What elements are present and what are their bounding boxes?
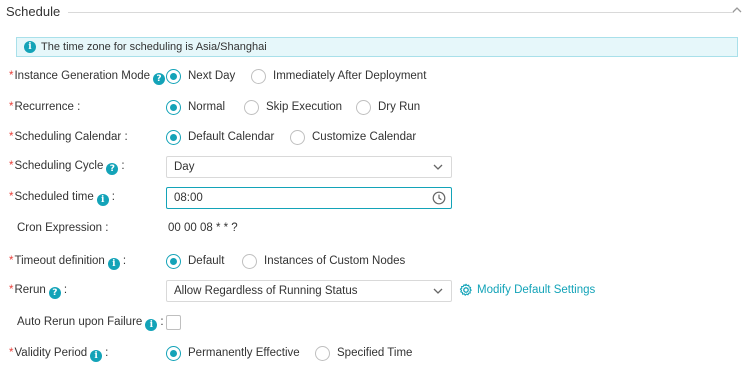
chevron-down-icon	[433, 288, 443, 294]
recurrence-row: *Recurrence : Normal Skip Execution Dry …	[9, 100, 421, 115]
radio-button[interactable]	[242, 254, 257, 269]
gear-icon	[459, 283, 472, 296]
required-marker: *	[9, 70, 14, 82]
section-title: Schedule	[6, 4, 61, 19]
instance-generation-label: *Instance Generation Mode?	[9, 70, 166, 85]
scheduled-time-label: *Scheduled time i:	[9, 191, 115, 206]
auto-rerun-checkbox[interactable]	[166, 315, 181, 330]
auto-rerun-label: Auto Rerun upon Failure i:	[17, 316, 164, 331]
scheduling-cycle-row: *Scheduling Cycle?: Day	[0, 156, 754, 178]
timeout-definition-label: *Timeout definition i:	[9, 255, 127, 270]
required-marker: *	[9, 160, 14, 172]
required-marker: *	[9, 347, 14, 359]
timezone-notice: i The time zone for scheduling is Asia/S…	[16, 37, 738, 57]
required-marker: *	[9, 191, 14, 203]
radio-button[interactable]	[315, 346, 330, 361]
scheduling-calendar-label: *Scheduling Calendar :	[9, 131, 128, 143]
section-header: Schedule	[0, 0, 754, 24]
required-marker: *	[9, 284, 14, 296]
clock-icon[interactable]	[432, 191, 446, 205]
chevron-down-icon	[433, 164, 443, 170]
auto-rerun-row: Auto Rerun upon Failure i:	[0, 312, 754, 334]
section-divider	[68, 12, 734, 13]
radio-button[interactable]	[166, 69, 181, 84]
instance-generation-row: *Instance Generation Mode? Next Day Imme…	[9, 69, 427, 85]
notice-text: The time zone for scheduling is Asia/Sha…	[41, 41, 267, 53]
chevron-up-icon[interactable]	[732, 5, 742, 15]
validity-period-label: *Validity Period i:	[9, 347, 109, 362]
radio-button[interactable]	[356, 100, 371, 115]
radio-button[interactable]	[251, 69, 266, 84]
rerun-row: *Rerun?: Allow Regardless of Running Sta…	[0, 280, 754, 302]
info-icon[interactable]: i	[96, 194, 109, 206]
info-icon[interactable]: i	[145, 319, 158, 331]
radio-button[interactable]	[290, 130, 305, 145]
validity-period-row: *Validity Period i: Permanently Effective…	[9, 346, 413, 362]
timeout-definition-row: *Timeout definition i: Default Instances …	[9, 254, 406, 270]
help-icon[interactable]: ?	[106, 163, 119, 175]
cron-expression-row: Cron Expression : 00 00 08 * * ?	[0, 218, 754, 240]
help-icon[interactable]: ?	[153, 73, 166, 85]
cron-expression-label: Cron Expression :	[17, 222, 109, 234]
radio-button[interactable]	[166, 254, 181, 269]
recurrence-label: *Recurrence :	[9, 101, 81, 113]
radio-button[interactable]	[244, 100, 259, 115]
rerun-label: *Rerun?:	[9, 284, 68, 299]
scheduling-cycle-label: *Scheduling Cycle?:	[9, 160, 125, 175]
required-marker: *	[9, 131, 14, 143]
info-icon: i	[24, 41, 36, 53]
scheduled-time-row: *Scheduled time i: 08:00	[0, 187, 754, 209]
radio-button[interactable]	[166, 100, 181, 115]
cron-expression-value: 00 00 08 * * ?	[168, 222, 238, 234]
radio-button[interactable]	[166, 130, 181, 145]
required-marker: *	[9, 255, 14, 267]
help-icon[interactable]: ?	[48, 287, 61, 299]
scheduled-time-input[interactable]: 08:00	[166, 187, 452, 209]
rerun-select[interactable]: Allow Regardless of Running Status	[166, 280, 452, 302]
scheduling-calendar-row: *Scheduling Calendar : Default Calendar …	[9, 130, 417, 145]
info-icon[interactable]: i	[90, 350, 103, 362]
info-icon[interactable]: i	[107, 258, 120, 270]
scheduling-cycle-select[interactable]: Day	[166, 156, 452, 178]
required-marker: *	[9, 101, 14, 113]
radio-button[interactable]	[166, 346, 181, 361]
